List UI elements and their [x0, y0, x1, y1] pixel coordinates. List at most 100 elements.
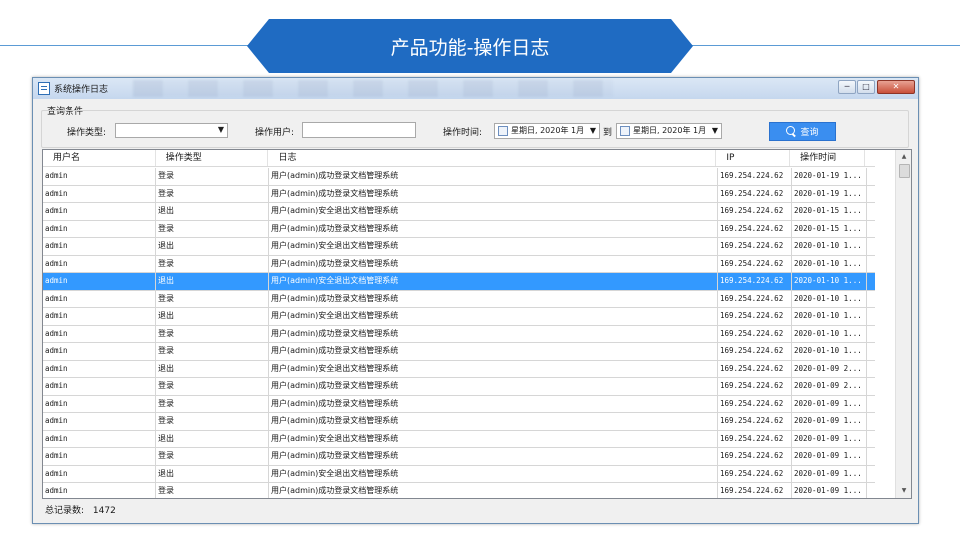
- cell-log: 用户(admin)成功登录文档管理系统: [269, 343, 718, 360]
- column-header-type[interactable]: 操作类型: [156, 150, 269, 166]
- cell-log: 用户(admin)成功登录文档管理系统: [269, 483, 718, 498]
- cell-user: admin: [43, 430, 156, 447]
- cell-ip: 169.254.224.62: [718, 185, 792, 202]
- table-row[interactable]: admin 登录 用户(admin)成功登录文档管理系统 169.254.224.62…: [43, 325, 875, 343]
- cell-log: 用户(admin)成功登录文档管理系统: [269, 185, 718, 202]
- table-row[interactable]: admin 登录 用户(admin)成功登录文档管理系统 169.254.224.62…: [43, 343, 875, 361]
- cell-user: admin: [43, 168, 156, 185]
- type-label: 操作类型:: [67, 128, 107, 138]
- scroll-down-arrow-icon[interactable]: ▼: [896, 484, 911, 498]
- scrollbar-thumb[interactable]: [899, 164, 910, 178]
- search-button-label: 查询: [800, 128, 819, 138]
- cell-ip: 169.254.224.62: [718, 378, 792, 395]
- date-from-value: 星期日, 2020年 1月: [511, 126, 585, 135]
- search-icon: [786, 126, 797, 137]
- cell-filler: [867, 273, 875, 290]
- cell-ip: 169.254.224.62: [718, 290, 792, 307]
- cell-filler: [867, 308, 875, 325]
- cell-log: 用户(admin)安全退出文档管理系统: [269, 203, 718, 220]
- cell-user: admin: [43, 238, 156, 255]
- date-from-checkbox[interactable]: [498, 126, 508, 136]
- cell-ip: 169.254.224.62: [718, 220, 792, 237]
- table-row[interactable]: admin 登录 用户(admin)成功登录文档管理系统 169.254.224.62…: [43, 395, 875, 413]
- banner-line-right: [688, 45, 960, 46]
- column-header-time[interactable]: 操作时间: [790, 150, 865, 166]
- cell-ip: 169.254.224.62: [718, 413, 792, 430]
- cell-type: 登录: [156, 220, 269, 237]
- record-count: 总记录数: 1472: [45, 503, 122, 516]
- table-row[interactable]: admin 退出 用户(admin)安全退出文档管理系统 169.254.224.62…: [43, 203, 875, 221]
- cell-time: 2020-01-09 2...: [792, 378, 867, 395]
- cell-user: admin: [43, 220, 156, 237]
- table-row[interactable]: admin 登录 用户(admin)成功登录文档管理系统 169.254.224.62…: [43, 255, 875, 273]
- table-row[interactable]: admin 登录 用户(admin)成功登录文档管理系统 169.254.224.62…: [43, 290, 875, 308]
- date-from-picker[interactable]: 星期日, 2020年 1月 ▼: [494, 123, 600, 139]
- cell-type: 退出: [156, 465, 269, 482]
- table-row[interactable]: admin 登录 用户(admin)成功登录文档管理系统 169.254.224.62…: [43, 448, 875, 466]
- cell-user: admin: [43, 343, 156, 360]
- maximize-button[interactable]: □: [857, 80, 875, 94]
- to-label: 到: [603, 128, 613, 138]
- table-row[interactable]: admin 登录 用户(admin)成功登录文档管理系统 169.254.224.62…: [43, 185, 875, 203]
- cell-type: 退出: [156, 360, 269, 377]
- table-row[interactable]: admin 登录 用户(admin)成功登录文档管理系统 169.254.224.62…: [43, 168, 875, 186]
- column-header-user[interactable]: 用户名: [43, 150, 156, 166]
- cell-ip: 169.254.224.62: [718, 360, 792, 377]
- cell-user: admin: [43, 185, 156, 202]
- cell-type: 退出: [156, 430, 269, 447]
- table-header: 用户名 操作类型 日志 IP 操作时间: [43, 150, 875, 167]
- date-to-picker[interactable]: 星期日, 2020年 1月 ▼: [616, 123, 722, 139]
- cell-filler: [867, 203, 875, 220]
- date-to-checkbox[interactable]: [620, 126, 630, 136]
- cell-ip: 169.254.224.62: [718, 273, 792, 290]
- cell-filler: [867, 378, 875, 395]
- cell-ip: 169.254.224.62: [718, 343, 792, 360]
- table-row[interactable]: admin 登录 用户(admin)成功登录文档管理系统 169.254.224.62…: [43, 413, 875, 431]
- date-to-value: 星期日, 2020年 1月: [633, 126, 707, 135]
- column-header-ip[interactable]: IP: [716, 150, 791, 166]
- table-row[interactable]: admin 退出 用户(admin)安全退出文档管理系统 169.254.224.62…: [43, 360, 875, 378]
- cell-type: 登录: [156, 325, 269, 342]
- cell-type: 登录: [156, 168, 269, 185]
- app-icon: [38, 82, 50, 95]
- cell-filler: [867, 396, 875, 413]
- cell-type: 退出: [156, 308, 269, 325]
- cell-type: 退出: [156, 273, 269, 290]
- table-row[interactable]: admin 退出 用户(admin)安全退出文档管理系统 169.254.224.62…: [43, 238, 875, 256]
- vertical-scrollbar[interactable]: ▲ ▼: [895, 150, 911, 498]
- cell-ip: 169.254.224.62: [718, 238, 792, 255]
- cell-time: 2020-01-10 1...: [792, 325, 867, 342]
- table-row[interactable]: admin 登录 用户(admin)成功登录文档管理系统 169.254.224.62…: [43, 220, 875, 238]
- cell-filler: [867, 361, 875, 378]
- cell-user: admin: [43, 360, 156, 377]
- cell-type: 登录: [156, 448, 269, 465]
- table-row[interactable]: admin 退出 用户(admin)安全退出文档管理系统 169.254.224.62…: [43, 430, 875, 448]
- search-button[interactable]: 查询: [769, 122, 836, 141]
- table-row[interactable]: admin 登录 用户(admin)成功登录文档管理系统 169.254.224.62…: [43, 483, 875, 498]
- cell-time: 2020-01-09 1...: [792, 413, 867, 430]
- cell-type: 退出: [156, 238, 269, 255]
- column-header-filler: [865, 150, 875, 166]
- type-select[interactable]: ▼: [115, 123, 228, 138]
- cell-time: 2020-01-19 1...: [792, 185, 867, 202]
- window-titlebar[interactable]: 系统操作日志 ─ □ ✕: [33, 78, 918, 99]
- table-row[interactable]: admin 退出 用户(admin)安全退出文档管理系统 169.254.224.62…: [43, 308, 875, 326]
- cell-filler: [867, 466, 875, 483]
- cell-time: 2020-01-15 1...: [792, 220, 867, 237]
- cell-ip: 169.254.224.62: [718, 430, 792, 447]
- user-input[interactable]: [302, 122, 416, 138]
- minimize-button[interactable]: ─: [838, 80, 856, 94]
- close-button[interactable]: ✕: [877, 80, 915, 94]
- cell-ip: 169.254.224.62: [718, 395, 792, 412]
- table-row[interactable]: admin 退出 用户(admin)安全退出文档管理系统 169.254.224.62…: [43, 273, 875, 291]
- table-row[interactable]: admin 退出 用户(admin)安全退出文档管理系统 169.254.224.62…: [43, 465, 875, 483]
- cell-log: 用户(admin)成功登录文档管理系统: [269, 325, 718, 342]
- table-row[interactable]: admin 登录 用户(admin)成功登录文档管理系统 169.254.224.62…: [43, 378, 875, 396]
- cell-time: 2020-01-09 1...: [792, 465, 867, 482]
- column-header-log[interactable]: 日志: [268, 150, 717, 166]
- cell-time: 2020-01-19 1...: [792, 168, 867, 185]
- cell-user: admin: [43, 308, 156, 325]
- scroll-up-arrow-icon[interactable]: ▲: [896, 150, 911, 164]
- cell-type: 登录: [156, 290, 269, 307]
- cell-filler: [867, 238, 875, 255]
